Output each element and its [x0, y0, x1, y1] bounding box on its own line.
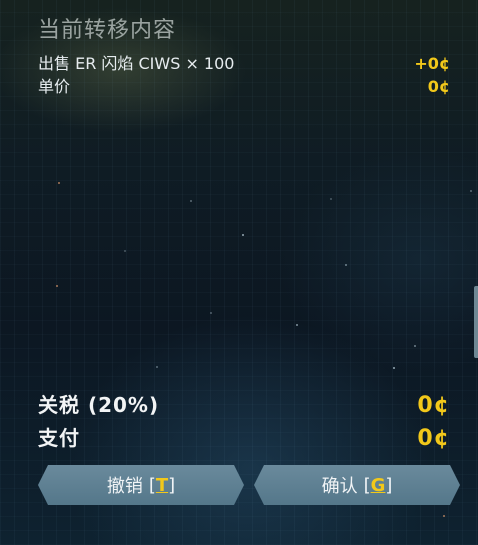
background-star — [414, 345, 416, 347]
transfer-item-label: 出售 ER 闪焰 CIWS × 100 — [38, 54, 235, 73]
cancel-key-close-bracket: ] — [168, 474, 176, 496]
background-star — [124, 250, 126, 252]
background-star — [242, 234, 244, 236]
panel-title: 当前转移内容 — [38, 18, 177, 43]
cancel-hotkey: T — [155, 474, 169, 496]
confirm-button-label: 确认 — [321, 476, 358, 497]
payment-value: 0¢ — [417, 426, 450, 451]
confirm-key-open-bracket: [ — [363, 474, 371, 496]
cancel-button[interactable]: 撤销 [T] — [38, 465, 244, 505]
unit-price-value: 0¢ — [427, 77, 450, 96]
background-star — [56, 285, 58, 287]
background-star — [296, 324, 298, 326]
unit-price-label: 单价 — [38, 77, 71, 96]
background-star — [393, 367, 395, 369]
background-star — [58, 182, 60, 184]
confirm-hotkey: G — [370, 474, 386, 496]
cancel-button-label: 撤销 — [106, 476, 143, 497]
background-star — [210, 312, 212, 314]
background-star — [156, 366, 158, 368]
unit-price-row: 单价 0¢ — [38, 73, 450, 97]
tariff-label: 关税 (20%) — [38, 393, 160, 417]
trade-transfer-panel: 当前转移内容 出售 ER 闪焰 CIWS × 100 +0¢ 单价 0¢ 关税 … — [0, 0, 478, 545]
confirm-key-close-bracket: ] — [385, 474, 393, 496]
payment-row: 支付 0¢ — [38, 422, 450, 451]
cancel-key-open-bracket: [ — [148, 474, 156, 496]
background-star — [443, 515, 445, 517]
tariff-row: 关税 (20%) 0¢ — [38, 389, 450, 418]
background-star — [345, 264, 347, 266]
transfer-item-value: +0¢ — [414, 54, 450, 73]
background-star — [470, 190, 472, 192]
scroll-handle[interactable] — [474, 286, 478, 358]
confirm-button[interactable]: 确认 [G] — [254, 465, 460, 505]
background-star — [330, 198, 332, 200]
payment-label: 支付 — [38, 426, 80, 450]
tariff-value: 0¢ — [417, 393, 450, 418]
transfer-item-row: 出售 ER 闪焰 CIWS × 100 +0¢ — [38, 50, 450, 74]
background-star — [190, 200, 192, 202]
